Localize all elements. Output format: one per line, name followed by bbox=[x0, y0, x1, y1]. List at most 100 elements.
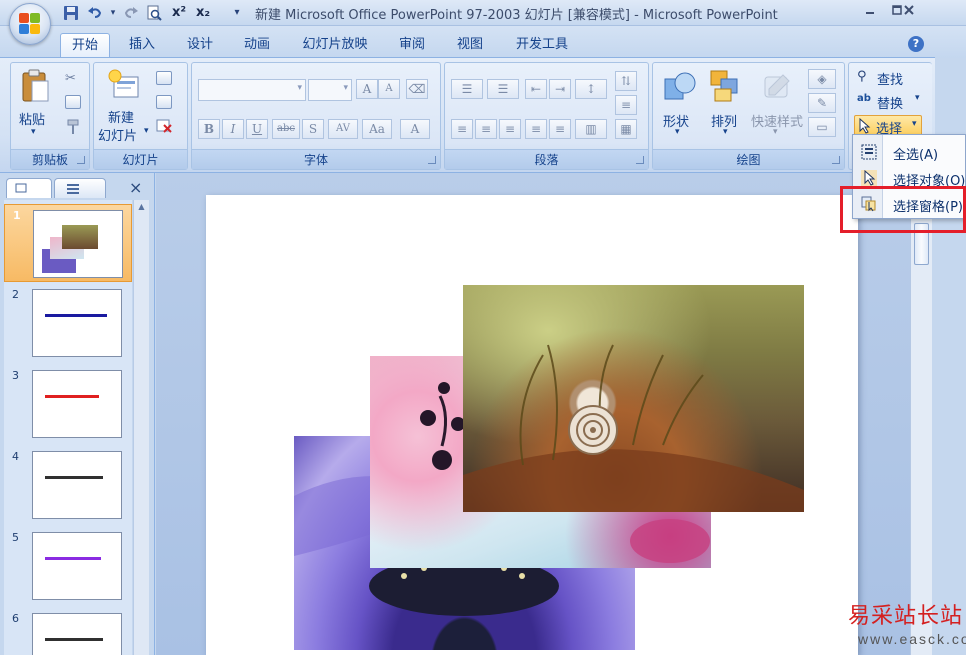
columns-icon[interactable]: ▥ bbox=[575, 119, 607, 139]
slide-thumbnail-image bbox=[32, 289, 122, 357]
tab-design[interactable]: 设计 bbox=[178, 33, 222, 58]
minimize-icon[interactable] bbox=[857, 3, 883, 21]
slide-thumbnails-list[interactable]: 1 2 3 4 5 6 bbox=[4, 200, 132, 655]
cut-icon[interactable]: ✂ bbox=[65, 71, 81, 87]
justify-icon[interactable]: ≡ bbox=[525, 119, 547, 139]
format-painter-icon[interactable] bbox=[65, 119, 81, 135]
replace-dropdown-icon[interactable]: ▾ bbox=[915, 93, 920, 103]
slide-thumbnail-image bbox=[32, 370, 122, 438]
arrange-icon[interactable] bbox=[709, 69, 743, 103]
quick-styles-dropdown-icon[interactable]: ▾ bbox=[773, 127, 778, 137]
slides-tab-icon[interactable] bbox=[6, 178, 52, 198]
increase-indent-icon[interactable]: ⇥ bbox=[549, 79, 571, 99]
help-icon[interactable]: ? bbox=[908, 36, 924, 52]
slide-thumbnail[interactable]: 2 bbox=[4, 284, 132, 362]
undo-icon[interactable] bbox=[86, 5, 104, 21]
panel-close-icon[interactable]: × bbox=[129, 178, 142, 197]
tab-developer[interactable]: 开发工具 bbox=[508, 33, 576, 58]
align-left-icon[interactable]: ≡ bbox=[451, 119, 473, 139]
reset-slide-icon[interactable] bbox=[156, 95, 172, 109]
line-spacing-icon[interactable]: ↕ bbox=[575, 79, 607, 99]
new-slide-label-1[interactable]: 新建 bbox=[108, 107, 134, 126]
tab-insert[interactable]: 插入 bbox=[120, 33, 164, 58]
superscript-icon[interactable]: x² bbox=[170, 5, 188, 21]
shrink-font-button[interactable]: A bbox=[378, 79, 400, 99]
shapes-icon[interactable] bbox=[663, 71, 697, 105]
watermark-url: www.easck.com bbox=[858, 631, 966, 647]
tab-slide-show[interactable]: 幻灯片放映 bbox=[295, 33, 375, 58]
paste-icon[interactable] bbox=[21, 69, 51, 103]
undo-dropdown-icon[interactable]: ▾ bbox=[104, 5, 122, 21]
close-icon[interactable] bbox=[896, 3, 922, 21]
bold-button[interactable]: B bbox=[198, 119, 220, 139]
paste-dropdown-icon[interactable]: ▾ bbox=[31, 127, 36, 137]
replace-button[interactable]: 替换 bbox=[877, 93, 903, 112]
font-launcher-icon[interactable] bbox=[428, 156, 436, 164]
distribute-icon[interactable]: ≡ bbox=[549, 119, 571, 139]
redo-icon[interactable] bbox=[122, 5, 140, 21]
strikethrough-button[interactable]: abc bbox=[272, 119, 300, 139]
tab-review[interactable]: 审阅 bbox=[390, 33, 434, 58]
customize-icon[interactable]: ▾ bbox=[228, 5, 246, 21]
quick-styles-icon[interactable] bbox=[761, 71, 793, 103]
menu-item-select-all[interactable]: 全选(A) bbox=[853, 139, 966, 165]
change-case-button[interactable]: Aa bbox=[362, 119, 392, 139]
select-all-icon bbox=[861, 144, 877, 160]
bullets-icon[interactable]: ☰ bbox=[451, 79, 483, 99]
character-spacing-button[interactable]: AV bbox=[328, 119, 358, 139]
text-direction-icon[interactable]: ⇅ bbox=[615, 71, 637, 91]
delete-slide-icon[interactable] bbox=[156, 119, 172, 133]
clipboard-launcher-icon[interactable] bbox=[77, 156, 85, 164]
drawing-launcher-icon[interactable] bbox=[832, 156, 840, 164]
shape-effects-icon[interactable]: ▭ bbox=[808, 117, 836, 137]
slides-panel-scrollbar[interactable]: ▲ bbox=[133, 200, 149, 655]
smartart-icon[interactable]: ▦ bbox=[615, 119, 637, 139]
office-button[interactable] bbox=[9, 3, 51, 45]
align-text-icon[interactable]: ≡ bbox=[615, 95, 637, 115]
font-color-button[interactable]: A bbox=[400, 119, 430, 139]
editing-area-scrollbar[interactable] bbox=[910, 173, 932, 655]
new-slide-dropdown-icon[interactable]: ▾ bbox=[144, 126, 149, 136]
tab-home[interactable]: 开始 bbox=[60, 33, 110, 58]
tab-view[interactable]: 视图 bbox=[448, 33, 492, 58]
layout-icon[interactable] bbox=[156, 71, 172, 85]
outline-tab-icon[interactable] bbox=[54, 178, 106, 198]
tab-animations[interactable]: 动画 bbox=[235, 33, 279, 58]
slide-thumbnail[interactable]: 4 bbox=[4, 446, 132, 524]
copy-icon[interactable] bbox=[65, 95, 81, 109]
align-right-icon[interactable]: ≡ bbox=[499, 119, 521, 139]
paragraph-launcher-icon[interactable] bbox=[636, 156, 644, 164]
italic-button[interactable]: I bbox=[222, 119, 244, 139]
current-slide[interactable] bbox=[206, 195, 858, 655]
slide-thumbnail[interactable]: 6 bbox=[4, 608, 132, 655]
underline-button[interactable]: U bbox=[246, 119, 268, 139]
save-icon[interactable] bbox=[62, 5, 80, 21]
shapes-dropdown-icon[interactable]: ▾ bbox=[675, 127, 680, 137]
text-shadow-button[interactable]: S bbox=[302, 119, 324, 139]
clear-formatting-icon[interactable]: ⌫ bbox=[406, 79, 428, 99]
decrease-indent-icon[interactable]: ⇤ bbox=[525, 79, 547, 99]
subscript-icon[interactable]: x₂ bbox=[194, 5, 212, 21]
clipboard-group: 粘贴 ▾ ✂ 剪贴板 bbox=[10, 62, 90, 170]
paste-button[interactable]: 粘贴 bbox=[19, 109, 45, 128]
slide-thumbnail[interactable]: 5 bbox=[4, 527, 132, 605]
print-preview-icon[interactable] bbox=[145, 5, 163, 21]
shape-outline-icon[interactable]: ✎ bbox=[808, 93, 836, 113]
slide-thumbnail-image bbox=[32, 451, 122, 519]
grow-font-button[interactable]: A bbox=[356, 79, 378, 99]
numbering-icon[interactable]: ☰ bbox=[487, 79, 519, 99]
arrange-dropdown-icon[interactable]: ▾ bbox=[723, 127, 728, 137]
find-button[interactable]: 查找 bbox=[877, 69, 903, 88]
slide-thumbnail-image bbox=[33, 210, 123, 278]
slide-number: 6 bbox=[12, 612, 19, 625]
slide-thumbnail[interactable]: 1 bbox=[4, 204, 132, 282]
new-slide-icon[interactable] bbox=[108, 69, 140, 101]
shape-fill-icon[interactable]: ◈ bbox=[808, 69, 836, 89]
slide-thumbnail[interactable]: 3 bbox=[4, 365, 132, 443]
scroll-up-icon[interactable]: ▲ bbox=[135, 202, 148, 214]
align-center-icon[interactable]: ≡ bbox=[475, 119, 497, 139]
font-name-combo[interactable] bbox=[198, 79, 306, 101]
font-size-combo[interactable] bbox=[308, 79, 352, 101]
new-slide-label-2[interactable]: 幻灯片 bbox=[98, 125, 137, 144]
snail-shell-on-rock-photo[interactable] bbox=[463, 285, 804, 512]
